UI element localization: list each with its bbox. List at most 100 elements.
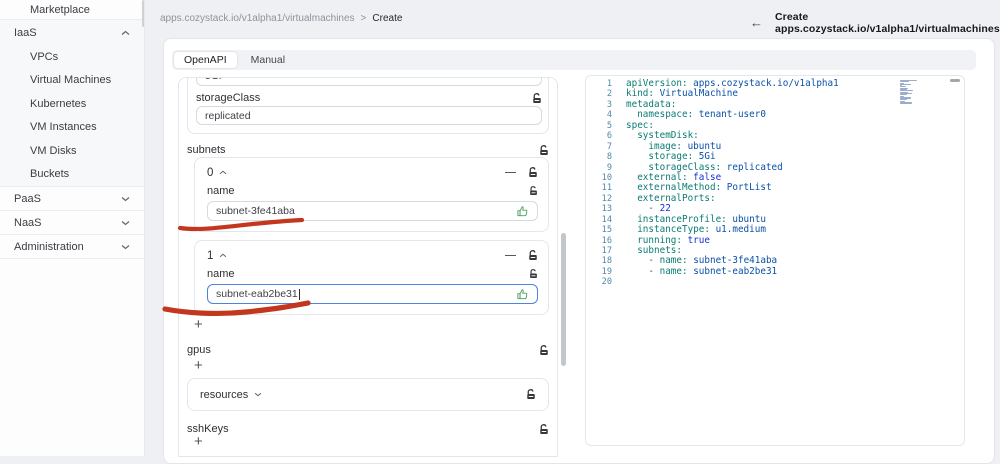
name-label: name xyxy=(207,267,235,280)
tab-openapi[interactable]: OpenAPI xyxy=(174,52,237,68)
sidebar-item-label: Buckets xyxy=(30,168,70,181)
chevron-up-icon xyxy=(219,253,227,258)
sidebar-item-label: VM Disks xyxy=(30,144,77,157)
chevron-down-icon xyxy=(121,220,130,226)
line-number: 7 xyxy=(606,141,612,152)
line-number: 10 xyxy=(601,172,612,183)
chevron-down-icon xyxy=(121,196,130,202)
lock-icon[interactable] xyxy=(528,167,538,178)
lock-icon[interactable] xyxy=(526,389,536,400)
chevron-up-icon xyxy=(121,30,130,36)
sidebar-section-header-paas[interactable]: PaaS xyxy=(0,187,144,211)
resources-label: resources xyxy=(200,388,249,401)
sidebar: Marketplace IaaS VPCs Virtual Machines K… xyxy=(0,0,145,456)
storageclass-input[interactable]: replicated xyxy=(196,106,542,125)
sidebar-item-label: VPCs xyxy=(30,50,59,63)
tab-bar: OpenAPI Manual xyxy=(172,50,976,70)
tab-manual[interactable]: Manual xyxy=(241,52,295,68)
lock-icon[interactable] xyxy=(529,268,538,279)
lock-icon[interactable] xyxy=(539,423,549,435)
text-caret xyxy=(298,288,300,300)
storageclass-label-row: storageClass xyxy=(196,91,542,105)
subnet-item-0-name-row: name xyxy=(207,183,538,198)
sidebar-item-label: VM Instances xyxy=(30,121,97,134)
sidebar-item-label: Virtual Machines xyxy=(30,74,112,87)
line-number: 5 xyxy=(606,120,612,131)
subnet-0-name-input[interactable]: subnet-3fe41aba xyxy=(207,201,538,221)
line-number: 2 xyxy=(606,89,612,100)
line-number: 15 xyxy=(601,225,612,236)
name-label: name xyxy=(207,184,235,197)
line-number: 16 xyxy=(601,235,612,246)
sidebar-section-iaas: IaaS VPCs Virtual Machines Kubernetes VM… xyxy=(0,20,144,187)
subnet-1-name-input[interactable]: subnet-eab2be31 xyxy=(207,284,538,304)
page-title: Create apps.cozystack.io/v1alpha1/virtua… xyxy=(775,11,1000,35)
subnet-item-1-name-row: name xyxy=(207,266,538,281)
lock-icon[interactable] xyxy=(532,92,542,104)
resources-section-header[interactable]: resources xyxy=(187,378,549,411)
code-line: 19 - name: subnet-eab2be31 xyxy=(586,265,964,277)
lock-icon[interactable] xyxy=(528,250,538,261)
sshkeys-label-row: sshKeys xyxy=(187,422,549,436)
sidebar-item-vpcs[interactable]: VPCs xyxy=(0,45,144,69)
add-subnet-button[interactable]: + xyxy=(194,317,203,332)
minimap[interactable] xyxy=(900,80,936,106)
chevron-down-icon xyxy=(254,392,262,397)
subnet-item-index: 0 xyxy=(207,166,214,179)
sidebar-item-buckets[interactable]: Buckets xyxy=(0,163,144,187)
sidebar-section-header-administration[interactable]: Administration xyxy=(0,235,144,259)
sidebar-section-header-naas[interactable]: NaaS xyxy=(0,211,144,235)
subnet-item-index: 1 xyxy=(207,249,214,262)
line-number: 13 xyxy=(601,204,612,215)
sidebar-section-label: PaaS xyxy=(14,192,41,205)
editor-scrollbar-thumb[interactable] xyxy=(950,79,960,82)
thumbs-up-icon[interactable] xyxy=(516,288,529,301)
yaml-editor[interactable]: 1 apiVersion: apps.cozystack.io/v1alpha1 2… xyxy=(585,75,965,446)
sidebar-section-label: IaaS xyxy=(14,26,37,39)
openapi-form-panel: 5Gi storageClass replicated subnets 0 xyxy=(178,77,558,457)
line-number: 4 xyxy=(606,110,612,121)
subnet-item-0-card: 0 name subnet-3fe41aba xyxy=(194,157,549,232)
line-number: 11 xyxy=(601,183,612,194)
sidebar-item-label: Marketplace xyxy=(30,3,90,16)
back-arrow-icon[interactable]: ← xyxy=(750,16,763,30)
subnet-0-name-value: subnet-3fe41aba xyxy=(216,205,295,217)
form-scrollbar-thumb[interactable] xyxy=(561,233,566,366)
line-number: 17 xyxy=(601,246,612,256)
storage-input[interactable]: 5Gi xyxy=(196,78,542,86)
breadcrumb-separator: > xyxy=(360,13,367,24)
chevron-down-icon xyxy=(121,244,130,250)
lock-icon[interactable] xyxy=(539,144,549,156)
line-number: 8 xyxy=(606,152,612,163)
sidebar-scrollbar[interactable] xyxy=(141,0,144,27)
remove-item-button[interactable] xyxy=(505,167,516,178)
breadcrumb-current: Create xyxy=(372,13,403,24)
subnet-item-1-header[interactable]: 1 xyxy=(207,246,538,265)
subnets-label: subnets xyxy=(187,144,226,156)
add-sshkey-button[interactable]: + xyxy=(194,434,203,449)
line-number: 18 xyxy=(601,256,612,267)
breadcrumb-path-link[interactable]: apps.cozystack.io/v1alpha1/virtualmachin… xyxy=(160,13,355,24)
subnet-1-name-value: subnet-eab2be31 xyxy=(216,288,298,300)
sidebar-section-header-iaas[interactable]: IaaS xyxy=(0,20,144,45)
code-text: - name: subnet-eab2be31 xyxy=(626,265,778,277)
lock-icon[interactable] xyxy=(529,185,538,196)
sidebar-section-label: NaaS xyxy=(14,216,42,229)
code-line: 20 xyxy=(586,277,964,287)
line-number: 3 xyxy=(606,99,612,110)
subnet-item-0-header[interactable]: 0 xyxy=(207,163,538,182)
lock-icon[interactable] xyxy=(539,344,549,356)
storageclass-label: storageClass xyxy=(196,92,261,104)
sidebar-item-vm-disks[interactable]: VM Disks xyxy=(0,139,144,163)
sidebar-item-marketplace[interactable]: Marketplace xyxy=(0,0,144,20)
thumbs-up-icon[interactable] xyxy=(516,205,529,218)
line-number: 14 xyxy=(601,214,612,225)
sidebar-item-virtual-machines[interactable]: Virtual Machines xyxy=(0,69,144,93)
subnet-item-1-card: 1 name subnet-eab2be31 xyxy=(194,240,549,315)
remove-item-button[interactable] xyxy=(505,250,516,261)
add-gpu-button[interactable]: + xyxy=(194,358,203,373)
chevron-up-icon xyxy=(219,170,227,175)
sidebar-item-vm-instances[interactable]: VM Instances xyxy=(0,116,144,140)
storage-input-value: 5Gi xyxy=(205,78,221,82)
sidebar-item-kubernetes[interactable]: Kubernetes xyxy=(0,92,144,116)
